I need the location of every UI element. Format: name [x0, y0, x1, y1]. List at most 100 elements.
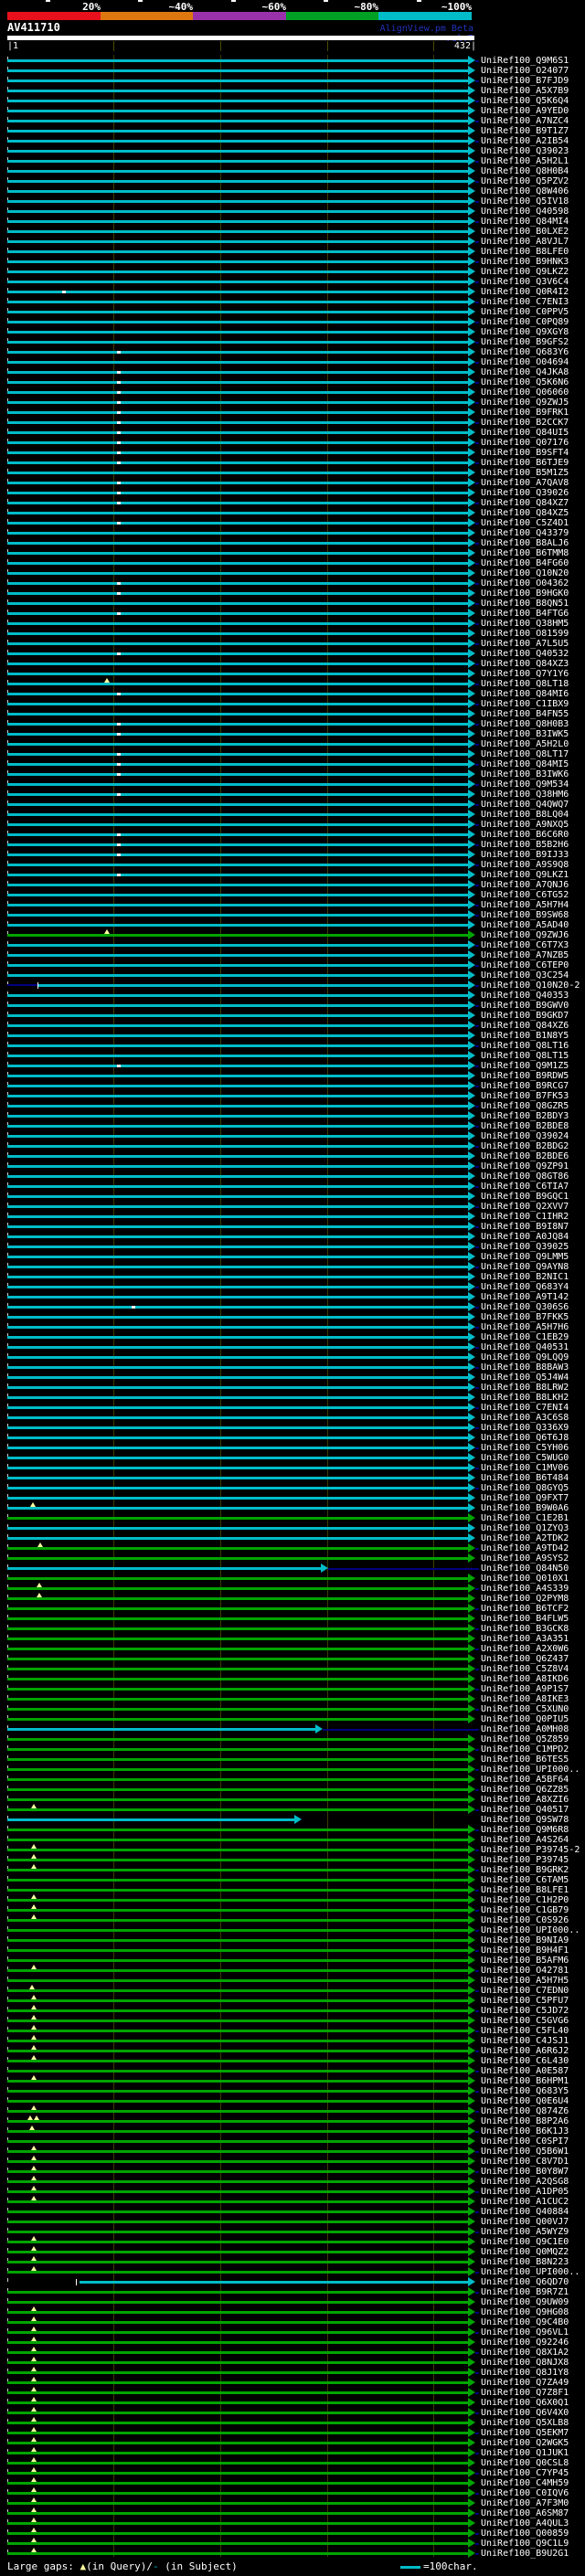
hit-line[interactable] — [7, 853, 468, 856]
hit-line[interactable] — [7, 230, 468, 233]
hit-line[interactable] — [7, 2100, 468, 2103]
hit-line[interactable] — [7, 1266, 468, 1268]
hit-label[interactable]: UniRef100_C4JSJ1 — [481, 2036, 569, 2046]
hit-line[interactable] — [7, 2331, 468, 2334]
hit-line[interactable] — [7, 1939, 468, 1942]
hit-line[interactable] — [7, 773, 468, 776]
hit-label[interactable]: UniRef100_Q40598 — [481, 207, 569, 217]
hit-line[interactable] — [7, 582, 468, 585]
hit-label[interactable]: UniRef100_C1H2P0 — [481, 1895, 569, 1905]
hit-line[interactable] — [7, 1818, 295, 1821]
hit-label[interactable]: UniRef100_C1EB29 — [481, 1332, 569, 1342]
hit-label[interactable]: UniRef100_B5M1Z5 — [481, 468, 569, 478]
hit-line[interactable] — [7, 341, 468, 344]
hit-label[interactable]: UniRef100_C5YH06 — [481, 1443, 569, 1453]
hit-line[interactable] — [7, 2472, 468, 2475]
hit-line[interactable] — [7, 1959, 468, 1962]
hit-line[interactable] — [7, 1969, 468, 1972]
hit-line[interactable] — [7, 2070, 468, 2072]
hit-line[interactable] — [7, 482, 468, 484]
hit-label[interactable]: UniRef100_C1IHR2 — [481, 1212, 569, 1222]
hit-label[interactable]: UniRef100_A2QSG8 — [481, 2177, 569, 2187]
hit-label[interactable]: UniRef100_A7NZB5 — [481, 950, 569, 960]
hit-line[interactable] — [7, 1728, 315, 1731]
hit-label[interactable]: UniRef100_B9R7Z1 — [481, 2287, 569, 2297]
hit-label[interactable]: UniRef100_A9P1S7 — [481, 1684, 569, 1694]
hit-label[interactable]: UniRef100_A9S9Q8 — [481, 860, 569, 870]
hit-label[interactable]: UniRef100_Q10N20-2 — [481, 981, 580, 991]
hit-line[interactable] — [7, 1034, 468, 1037]
hit-line[interactable] — [7, 2412, 468, 2414]
hit-line[interactable] — [7, 1949, 468, 1952]
hit-line[interactable] — [7, 2140, 468, 2143]
hit-line[interactable] — [7, 1829, 468, 1831]
hit-line[interactable] — [7, 1376, 468, 1379]
hit-label[interactable]: UniRef100_C7ENI4 — [481, 1403, 569, 1413]
hit-label[interactable]: UniRef100_Q9M6R8 — [481, 1825, 569, 1835]
hit-line[interactable] — [7, 1587, 468, 1590]
hit-line[interactable] — [7, 1044, 468, 1047]
hit-label[interactable]: UniRef100_A7QAV8 — [481, 478, 569, 488]
hit-line[interactable] — [7, 1889, 468, 1892]
hit-line[interactable] — [7, 2512, 468, 2515]
hit-line[interactable] — [7, 1296, 468, 1299]
hit-label[interactable]: UniRef100_Q8LT17 — [481, 749, 569, 759]
hit-line[interactable] — [7, 150, 468, 153]
hit-label[interactable]: UniRef100_Q39025 — [481, 1242, 569, 1252]
hit-line[interactable] — [7, 2301, 468, 2304]
hit-line[interactable] — [7, 331, 468, 334]
hit-line[interactable] — [7, 69, 468, 72]
hit-line[interactable] — [7, 2170, 468, 2173]
hit-line[interactable] — [7, 1658, 468, 1660]
hit-line[interactable] — [7, 1205, 468, 1208]
hit-label[interactable]: UniRef100_Q8GYQ5 — [481, 1483, 569, 1493]
hit-label[interactable]: UniRef100_B1N8Y5 — [481, 1031, 569, 1041]
hit-label[interactable]: UniRef100_B9IJ33 — [481, 850, 569, 860]
hit-label[interactable]: UniRef100_B8LFE1 — [481, 1885, 569, 1895]
hit-label[interactable]: UniRef100_UPI000.. — [481, 2267, 580, 2277]
hit-line[interactable] — [7, 2442, 468, 2444]
hit-label[interactable]: UniRef100_Q9ZP91 — [481, 1161, 569, 1171]
hit-line[interactable] — [7, 1256, 468, 1258]
hit-label[interactable]: UniRef100_C5WUG0 — [481, 1453, 569, 1463]
hit-line[interactable] — [7, 1155, 468, 1158]
hit-line[interactable] — [7, 2060, 468, 2062]
hit-label[interactable]: UniRef100_Q84N50 — [481, 1564, 569, 1574]
hit-label[interactable]: UniRef100_Q39023 — [481, 146, 569, 156]
hit-label[interactable]: UniRef100_B2BDG2 — [481, 1141, 569, 1151]
hit-label[interactable]: UniRef100_Q92246 — [481, 2337, 569, 2348]
hit-label[interactable]: UniRef100_A8IKD6 — [481, 1674, 569, 1684]
hit-label[interactable]: UniRef100_A7NZC4 — [481, 116, 569, 126]
hit-label[interactable]: UniRef100_B6HPM1 — [481, 2076, 569, 2086]
hit-label[interactable]: UniRef100_A0MH08 — [481, 1724, 569, 1734]
hit-label[interactable]: UniRef100_B4FTG6 — [481, 609, 569, 619]
hit-line[interactable] — [7, 1195, 468, 1198]
hit-line[interactable] — [7, 1597, 468, 1600]
hit-line[interactable] — [7, 2432, 468, 2434]
hit-label[interactable]: UniRef100_C0S926 — [481, 1915, 569, 1925]
hit-label[interactable]: UniRef100_Q5IV18 — [481, 196, 569, 207]
hit-line[interactable] — [7, 793, 468, 796]
hit-label[interactable]: UniRef100_B9SFT4 — [481, 448, 569, 458]
hit-label[interactable]: UniRef100_B8LRW2 — [481, 1383, 569, 1393]
hit-line[interactable] — [7, 2050, 468, 2052]
hit-line[interactable] — [7, 522, 468, 525]
hit-line[interactable] — [7, 2221, 468, 2223]
hit-line[interactable] — [7, 2522, 468, 2525]
hit-label[interactable]: UniRef100_A4QUL3 — [481, 2518, 569, 2528]
hit-line[interactable] — [7, 240, 468, 243]
hit-line[interactable] — [7, 904, 468, 906]
hit-line[interactable] — [7, 2291, 468, 2294]
hit-label[interactable]: UniRef100_Q43379 — [481, 528, 569, 538]
hit-label[interactable]: UniRef100_Q5J4W4 — [481, 1373, 569, 1383]
hit-line[interactable] — [7, 140, 468, 143]
hit-line[interactable] — [7, 1336, 468, 1339]
hit-line[interactable] — [7, 311, 468, 313]
hit-label[interactable]: UniRef100_A9SYS2 — [481, 1553, 569, 1564]
hit-label[interactable]: UniRef100_A7QNJ6 — [481, 880, 569, 890]
hit-label[interactable]: UniRef100_Q00VJ7 — [481, 2217, 569, 2227]
hit-label[interactable]: UniRef100_Q8J1Y8 — [481, 2368, 569, 2378]
hit-label[interactable]: UniRef100_Q8GZR5 — [481, 1101, 569, 1111]
hit-label[interactable]: UniRef100_C1MV06 — [481, 1463, 569, 1473]
hit-line[interactable] — [7, 1527, 468, 1530]
